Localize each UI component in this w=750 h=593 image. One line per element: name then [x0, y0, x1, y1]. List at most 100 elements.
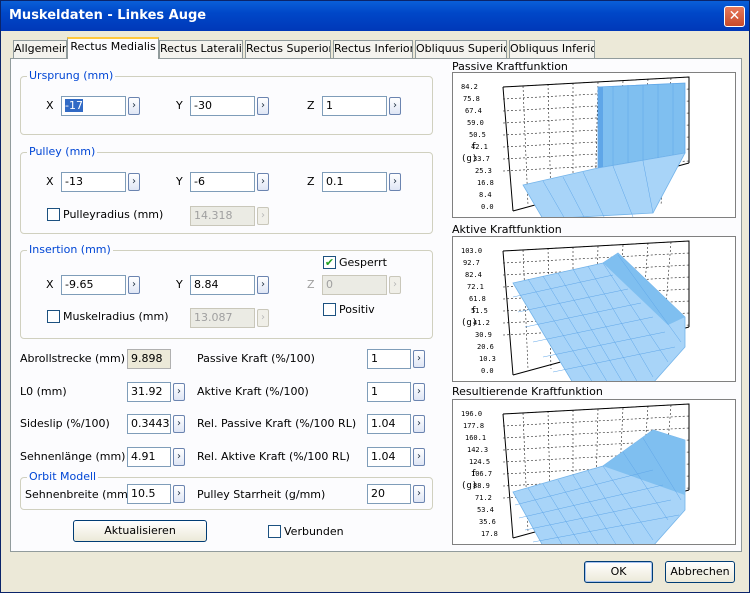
plot-aktive-axis-unit: (g) — [461, 318, 477, 328]
plot-passive-axis-f: f — [471, 142, 476, 152]
pulley-starrheit-input[interactable]: 20 — [367, 484, 411, 504]
sehnenbreite-input[interactable]: 10.5 — [127, 484, 171, 504]
plot-passive-svg: 84.2 75.8 67.4 59.0 50.5 42.1 33.7 25.3 … — [461, 76, 690, 217]
ursprung-z-input[interactable]: 1 — [322, 96, 387, 116]
ok-button[interactable]: OK — [584, 561, 653, 583]
pulley-x-input[interactable]: -13 — [61, 172, 126, 192]
plot-aktive-tick: 0.0 — [481, 367, 494, 375]
insertion-group-label: Insertion (mm) — [27, 243, 113, 256]
plot-resultierende-tick: 196.0 — [461, 410, 482, 418]
passive-kraft-apply-button[interactable]: › — [413, 350, 425, 368]
muskelradius-checkbox[interactable] — [47, 310, 60, 323]
plot-resultierende-axis-f: f — [471, 469, 476, 479]
tab-allgemein[interactable]: Allgemein — [13, 40, 67, 58]
close-button[interactable]: ✕ — [724, 6, 745, 27]
plot-aktive-title: Aktive Kraftfunktion — [452, 223, 562, 236]
plot-passive-tick: 67.4 — [465, 107, 482, 115]
ursprung-y-input[interactable]: -30 — [190, 96, 255, 116]
plot-resultierende-tick: 177.8 — [463, 422, 484, 430]
plot-aktive-svg: 103.0 92.7 82.4 72.1 61.8 51.5 41.2 30.9… — [461, 240, 690, 381]
pulley-z-apply-button[interactable]: › — [389, 173, 401, 191]
plot-aktive-tick: 92.7 — [463, 259, 480, 267]
insertion-x-label: X — [46, 278, 54, 291]
verbunden-checkbox[interactable] — [268, 525, 281, 538]
pulley-starrheit-label: Pulley Starrheit (g/mm) — [197, 488, 326, 501]
plot-passive-tick: 8.4 — [479, 191, 492, 199]
plot-resultierende-tick: 124.5 — [469, 458, 490, 466]
abbrechen-button[interactable]: Abbrechen — [665, 561, 735, 583]
abrollstrecke-value: 9.898 — [127, 349, 171, 369]
muskelradius-apply-button[interactable]: › — [257, 309, 269, 327]
pulleyradius-label: Pulleyradius (mm) — [63, 208, 164, 221]
title-bar[interactable]: Muskeldaten - Linkes Auge ✕ — [1, 1, 749, 31]
verbunden-label: Verbunden — [284, 525, 344, 538]
insertion-y-apply-button[interactable]: › — [257, 276, 269, 294]
gesperrt-label: Gesperrt — [339, 256, 387, 269]
sideslip-label: Sideslip (%/100) — [20, 417, 110, 430]
aktive-kraft-input[interactable]: 1 — [367, 382, 411, 402]
insertion-z-apply-button[interactable]: › — [389, 276, 401, 294]
plot-passive: 84.2 75.8 67.4 59.0 50.5 42.1 33.7 25.3 … — [452, 72, 736, 218]
plot-resultierende-tick: 71.2 — [475, 494, 492, 502]
pulley-y-apply-button[interactable]: › — [257, 173, 269, 191]
ursprung-x-apply-button[interactable]: › — [128, 97, 140, 115]
rel-passive-kraft-input[interactable]: 1.04 — [367, 414, 411, 434]
pulley-x-label: X — [46, 175, 54, 188]
plot-resultierende-svg: 196.0 177.8 160.1 142.3 124.5 106.7 88.9… — [461, 403, 690, 544]
sehnenlaenge-input[interactable]: 4.91 — [127, 447, 171, 467]
plot-resultierende-tick: 160.1 — [465, 434, 486, 442]
plot-passive-tick: 84.2 — [461, 83, 478, 91]
orbit-group-label: Orbit Modell — [27, 470, 99, 483]
plot-passive-tick: 59.0 — [467, 119, 484, 127]
sehnenbreite-label: Sehnenbreite (mm) — [25, 488, 133, 501]
plot-passive-tick: 16.8 — [477, 179, 494, 187]
ursprung-group-label: Ursprung (mm) — [27, 69, 116, 82]
plot-resultierende: 196.0 177.8 160.1 142.3 124.5 106.7 88.9… — [452, 399, 736, 545]
plot-aktive-tick: 103.0 — [461, 247, 482, 255]
rel-aktive-kraft-input[interactable]: 1.04 — [367, 447, 411, 467]
sehnenbreite-apply-button[interactable]: › — [173, 485, 185, 503]
insertion-z-input[interactable]: 0 — [322, 275, 387, 295]
passive-kraft-input[interactable]: 1 — [367, 349, 411, 369]
rel-aktive-kraft-apply-button[interactable]: › — [413, 448, 425, 466]
sideslip-apply-button[interactable]: › — [173, 415, 185, 433]
rel-passive-kraft-apply-button[interactable]: › — [413, 415, 425, 433]
gesperrt-checkbox[interactable]: ✔ — [323, 256, 336, 269]
l0-apply-button[interactable]: › — [173, 383, 185, 401]
sideslip-input[interactable]: 0.3443 — [127, 414, 171, 434]
plot-passive-tick: 50.5 — [469, 131, 486, 139]
tab-rectus-medialis[interactable]: Rectus Medialis — [67, 37, 159, 59]
pulley-y-label: Y — [176, 175, 183, 188]
plot-resultierende-axis-unit: (g) — [461, 481, 477, 491]
plot-resultierende-tick: 142.3 — [467, 446, 488, 454]
ursprung-z-apply-button[interactable]: › — [389, 97, 401, 115]
ursprung-y-apply-button[interactable]: › — [257, 97, 269, 115]
pulley-z-input[interactable]: 0.1 — [322, 172, 387, 192]
plot-passive-axis-unit: (g) — [461, 154, 477, 164]
insertion-x-input[interactable]: -9.65 — [61, 275, 126, 295]
insertion-x-apply-button[interactable]: › — [128, 276, 140, 294]
pulley-x-apply-button[interactable]: › — [128, 173, 140, 191]
sehnenlaenge-apply-button[interactable]: › — [173, 448, 185, 466]
pulley-starrheit-apply-button[interactable]: › — [413, 485, 425, 503]
tab-rectus-lateralis[interactable]: Rectus Lateralis — [159, 40, 243, 58]
tab-rectus-superior[interactable]: Rectus Superior — [245, 40, 331, 58]
ursprung-y-label: Y — [176, 99, 183, 112]
positiv-checkbox[interactable] — [323, 303, 336, 316]
tab-obliquus-inferior[interactable]: Obliquus Inferior — [509, 40, 595, 58]
muskelradius-input[interactable]: 13.087 — [190, 308, 255, 328]
aktualisieren-button[interactable]: Aktualisieren — [73, 520, 207, 542]
pulley-y-input[interactable]: -6 — [190, 172, 255, 192]
tab-obliquus-superior[interactable]: Obliquus Superior — [415, 40, 507, 58]
pulleyradius-checkbox[interactable] — [47, 208, 60, 221]
pulley-group-label: Pulley (mm) — [27, 145, 98, 158]
plot-resultierende-tick: 53.4 — [477, 506, 494, 514]
tab-rectus-inferior[interactable]: Rectus Inferior — [333, 40, 413, 58]
pulleyradius-input[interactable]: 14.318 — [190, 206, 255, 226]
aktive-kraft-apply-button[interactable]: › — [413, 383, 425, 401]
pulleyradius-apply-button[interactable]: › — [257, 207, 269, 225]
ursprung-x-input[interactable]: -17 — [61, 96, 126, 116]
plot-passive-tick: 25.3 — [475, 167, 492, 175]
insertion-y-input[interactable]: 8.84 — [190, 275, 255, 295]
l0-input[interactable]: 31.92 — [127, 382, 171, 402]
